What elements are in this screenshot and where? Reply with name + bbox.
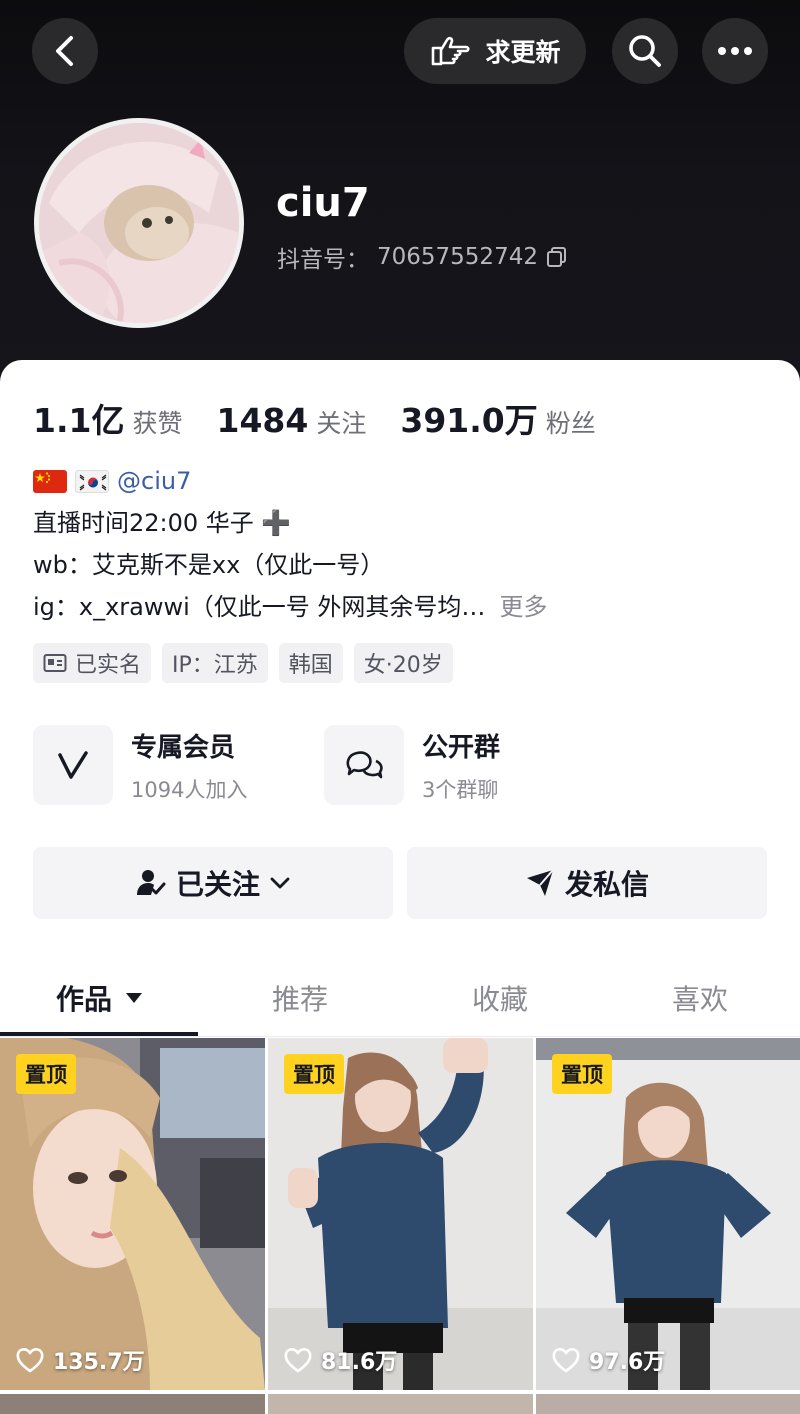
tag-gender-age: 女·20岁 [353,643,453,683]
bio-line-1: 直播时间22:00 华子 ➕ [33,509,292,537]
tab-recommended[interactable]: 推荐 [200,960,400,1036]
tab-likes-label: 喜欢 [671,983,728,1016]
chat-bubbles-icon [346,751,383,779]
more-dots-icon [718,47,752,55]
back-button[interactable] [32,18,98,84]
pinned-badge: 置顶 [16,1054,76,1094]
heart-icon [16,1348,44,1373]
more-button[interactable] [702,18,768,84]
copy-icon[interactable] [546,246,568,268]
video-likes-count: 97.6万 [589,1350,666,1375]
video-likes-count: 135.7万 [53,1350,145,1375]
tabs-divider [0,1036,800,1037]
tag-country-label: 韩国 [288,653,333,678]
stat-likes: 1.1亿 获赞 [33,394,182,442]
send-plane-icon [526,869,554,896]
tab-works[interactable]: 作品 [0,960,200,1036]
bio-more-link[interactable]: 更多 [499,586,547,628]
id-card-icon [43,654,67,672]
stat-following-label: 关注 [316,409,367,438]
search-button[interactable] [612,18,678,84]
profile-header: 求更新 ciu7 抖音号： 70657552742 [0,0,800,385]
membership-icon-box [33,725,113,805]
avatar[interactable] [34,118,244,328]
bio-line-3: ig：x_xrawwi（仅此一号 外网其余号均… [33,593,486,621]
chevron-down-icon [270,877,290,889]
content-tabs: 作品 推荐 收藏 喜欢 [0,960,800,1036]
username: ciu7 [276,180,370,226]
back-arrow-icon [56,36,73,66]
following-button-label: 已关注 [175,868,260,901]
send-message-label: 发私信 [564,868,649,901]
douyin-id: 抖音号： 70657552742 [277,240,568,274]
video-tile[interactable]: 置顶 97.6万 [536,1038,800,1390]
bio-line-3-row: ig：x_xrawwi（仅此一号 外网其余号均… 更多 [33,586,547,628]
stat-likes-label: 获赞 [132,409,183,438]
tag-ip: IP：江苏 [162,643,268,683]
tab-works-label: 作品 [55,983,112,1016]
pointing-hand-icon [432,36,471,66]
public-group[interactable]: 公开群 3个群聊 [324,725,500,805]
video-tile-partial[interactable] [536,1394,800,1414]
tag-country: 韩国 [278,643,343,683]
china-flag-icon [33,469,67,493]
tag-gender-age-label: 女·20岁 [363,653,443,678]
group-title: 公开群 [422,732,501,763]
mention-link[interactable]: @ciu7 [117,460,191,502]
avatar-kitten-image [39,123,239,323]
search-icon [629,35,661,67]
video-likes-count: 81.6万 [321,1350,398,1375]
profile-card: 1.1亿 获赞 1484 关注 391.0万 粉丝 @ciu7 直播时间22:0… [0,360,800,1414]
pinned-badge: 置顶 [552,1054,612,1094]
send-message-button[interactable]: 发私信 [407,847,767,919]
bio: @ciu7 直播时间22:00 华子 ➕ wb：艾克斯不是xx（仅此一号） ig… [33,460,547,628]
stat-followers-number: 391.0万 [400,401,538,440]
tab-favorites[interactable]: 收藏 [400,960,600,1036]
tag-verified-label: 已实名 [75,653,142,678]
video-tile-partial[interactable] [0,1394,265,1414]
v-membership-icon [58,751,88,779]
heart-icon [284,1348,312,1373]
stat-following-number: 1484 [216,401,309,440]
tab-favorites-label: 收藏 [471,983,528,1016]
video-likes: 97.6万 [552,1344,665,1376]
request-update-button[interactable]: 求更新 [404,18,586,84]
tag-ip-label: IP：江苏 [172,653,258,678]
group-subtitle: 3个群聊 [422,777,499,802]
profile-stats: 1.1亿 获赞 1484 关注 391.0万 粉丝 [33,394,630,442]
stat-likes-number: 1.1亿 [33,401,125,440]
bio-flags-row: @ciu7 [33,460,547,502]
user-check-icon [136,870,166,895]
korea-flag-icon [75,469,109,493]
caret-down-icon [126,993,142,1003]
bio-line-2: wb：艾克斯不是xx（仅此一号） [33,551,385,579]
tab-likes[interactable]: 喜欢 [600,960,800,1036]
video-tile[interactable]: 置顶 135.7万 [0,1038,265,1390]
stat-followers[interactable]: 391.0万 粉丝 [400,394,595,442]
video-likes: 135.7万 [16,1344,145,1376]
stat-following[interactable]: 1484 关注 [216,401,366,440]
membership-subtitle: 1094人加入 [131,777,248,802]
douyin-id-value: 70657552742 [377,244,538,270]
heart-icon [552,1348,580,1373]
video-tile-partial[interactable] [268,1394,533,1414]
following-button[interactable]: 已关注 [33,847,393,919]
video-tile[interactable]: 置顶 81.6万 [268,1038,533,1390]
stat-followers-label: 粉丝 [545,409,596,438]
request-update-label: 求更新 [485,38,561,67]
pinned-badge: 置顶 [284,1054,344,1094]
tab-recommended-label: 推荐 [271,983,328,1016]
profile-tags: 已实名 IP：江苏 韩国 女·20岁 [33,643,453,683]
group-icon-box [324,725,404,805]
tag-verified: 已实名 [33,643,152,683]
profile-page: 求更新 ciu7 抖音号： 70657552742 1.1亿 获赞 1484 关… [0,0,800,1414]
douyin-id-label: 抖音号： [277,247,369,273]
exclusive-membership[interactable]: 专属会员 1094人加入 [33,725,247,805]
video-likes: 81.6万 [284,1344,397,1376]
membership-title: 专属会员 [131,732,236,763]
